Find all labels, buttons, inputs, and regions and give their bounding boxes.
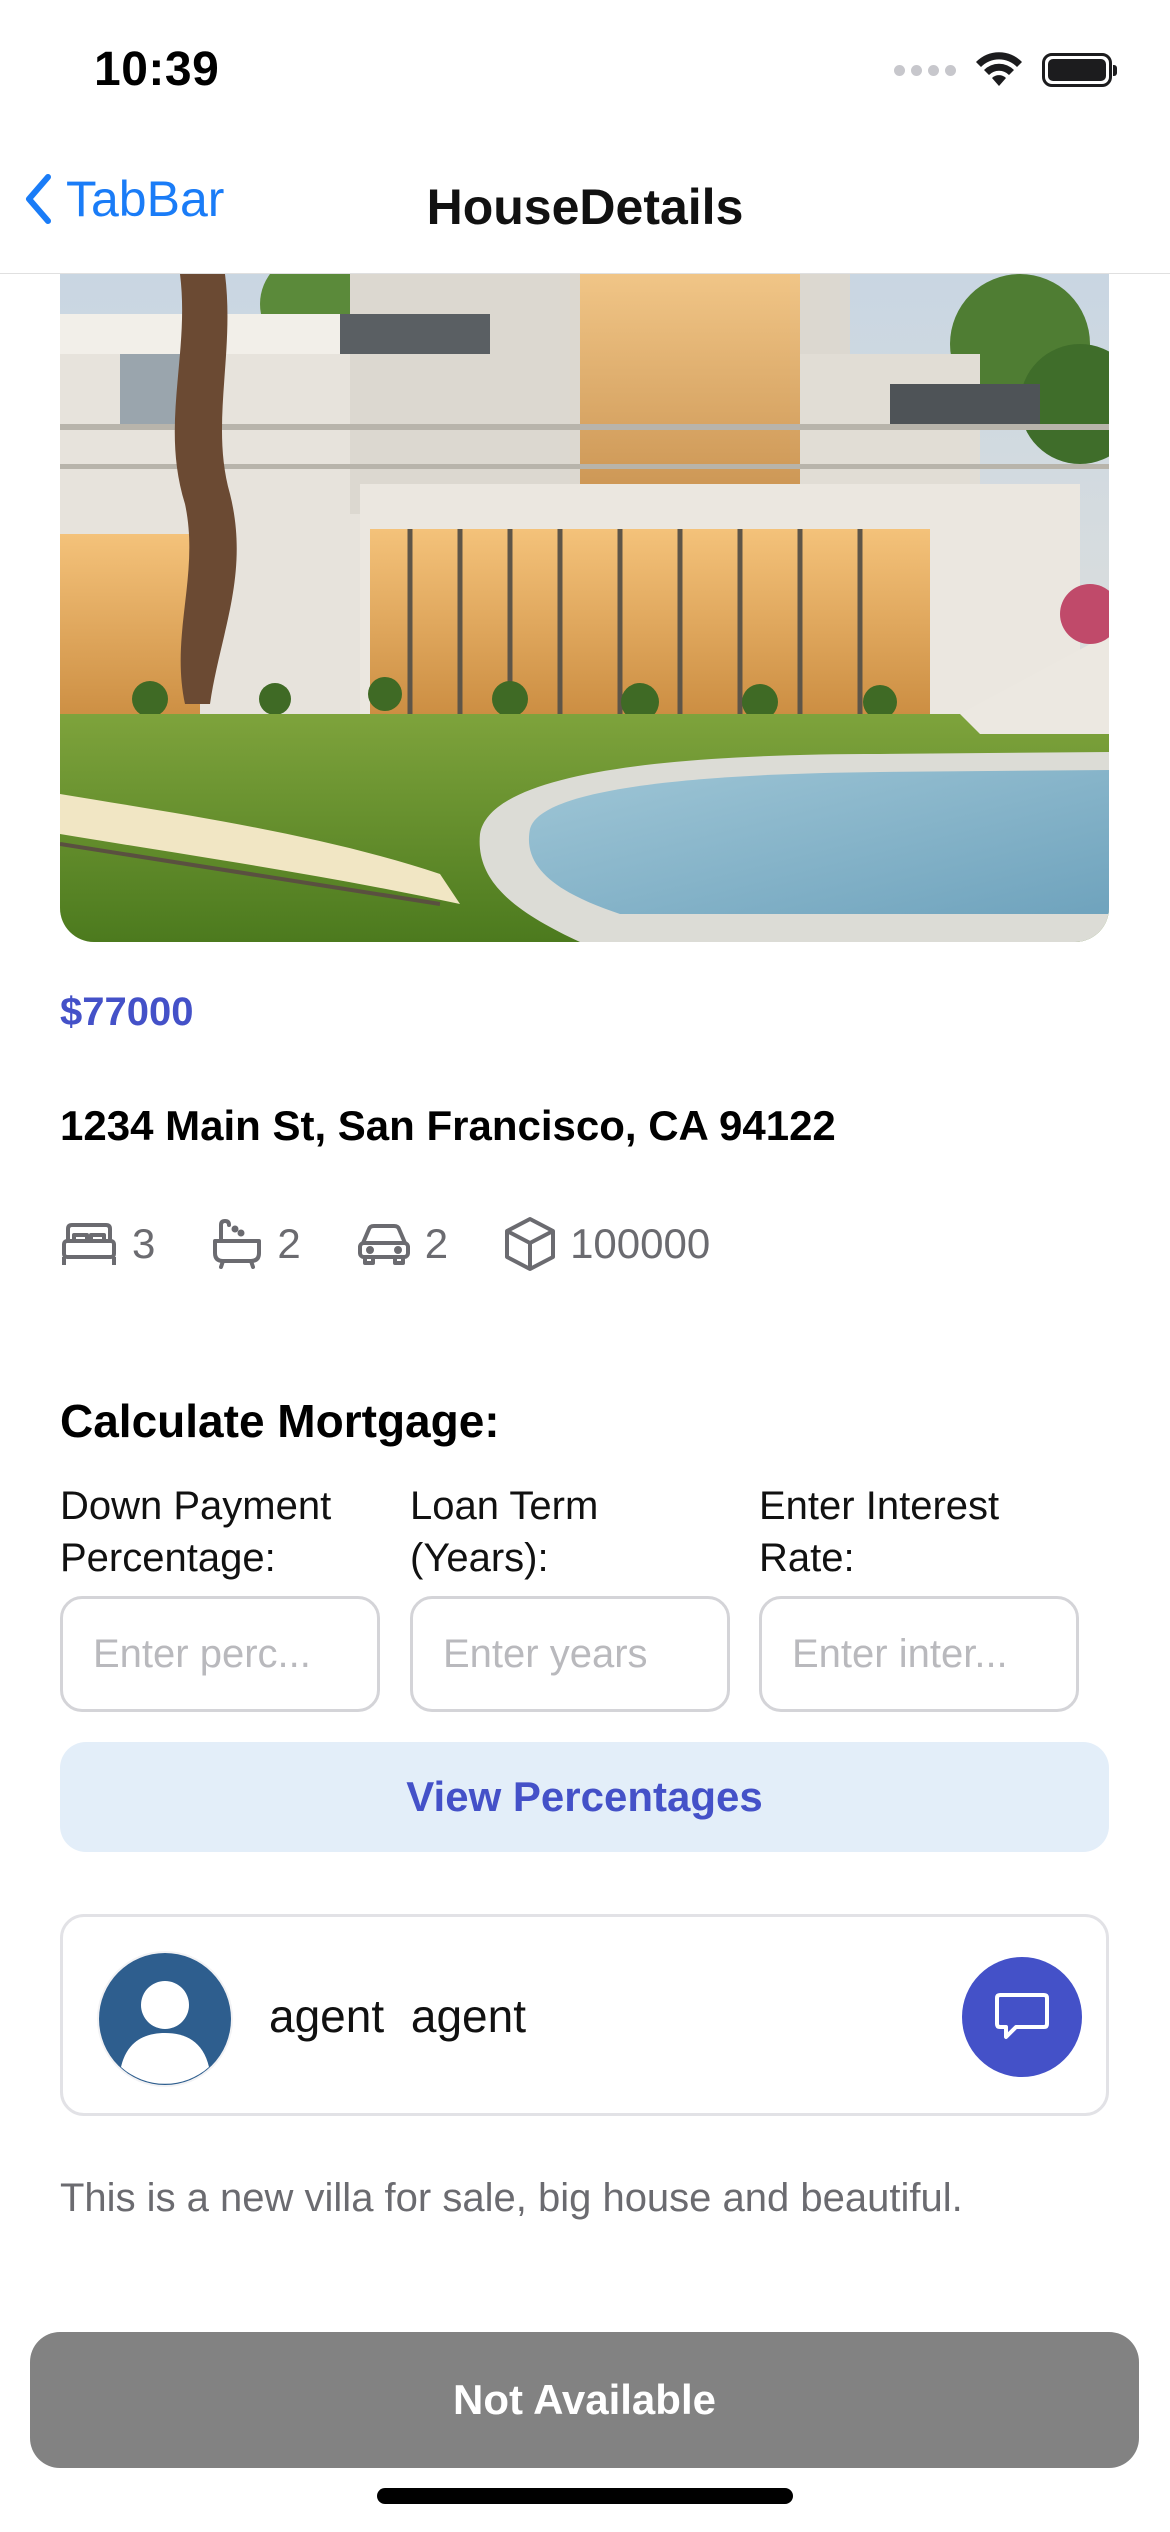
listing-address: 1234 Main St, San Francisco, CA 94122 <box>60 1102 836 1149</box>
navigation-bar: TabBar HouseDetails <box>0 140 1170 274</box>
loan-term-input[interactable] <box>410 1596 730 1712</box>
status-icons <box>894 52 1117 88</box>
bathrooms-count: 2 <box>277 1220 301 1267</box>
chat-button[interactable] <box>962 1957 1082 2077</box>
feature-area: 100000 <box>504 1216 710 1272</box>
listing-description: This is a new villa for sale, big house … <box>60 2176 963 2220</box>
interest-rate-label: Enter Interest Rate: <box>759 1484 1000 1580</box>
house-photo <box>60 274 1109 942</box>
agent-name: agent agent <box>269 1990 527 2042</box>
avatar <box>97 1951 233 2087</box>
not-available-button[interactable]: Not Available <box>30 2332 1139 2468</box>
down-payment-label: Down Payment Percentage: <box>60 1484 332 1580</box>
down-payment-input[interactable] <box>60 1596 380 1712</box>
listing-features: 3 2 2 100000 <box>60 1214 766 1274</box>
bedrooms-count: 3 <box>132 1220 156 1267</box>
loan-term-label: Loan Term (Years): <box>410 1484 599 1580</box>
bathtub-icon <box>213 1219 262 1269</box>
chat-bubble-icon <box>995 1993 1049 2039</box>
area-value: 100000 <box>570 1220 711 1267</box>
wifi-icon <box>976 52 1022 86</box>
user-avatar-icon <box>99 1953 231 2085</box>
cellular-signal-icon <box>894 64 956 76</box>
status-bar: 10:39 <box>0 0 1170 140</box>
page-title: HouseDetails <box>426 179 744 235</box>
agent-card: agent agent <box>60 1914 1109 2116</box>
mortgage-title: Calculate Mortgage: <box>60 1395 500 1447</box>
bed-icon <box>62 1223 116 1265</box>
listing-price: $77000 <box>60 990 194 1034</box>
view-percentages-button[interactable]: View Percentages <box>60 1742 1109 1852</box>
feature-garage: 2 <box>357 1220 448 1268</box>
battery-icon <box>1042 53 1117 87</box>
cube-icon <box>505 1217 556 1271</box>
feature-bathrooms: 2 <box>211 1219 301 1269</box>
car-icon <box>357 1224 410 1265</box>
home-indicator <box>377 2488 793 2504</box>
interest-rate-input[interactable] <box>759 1596 1079 1712</box>
feature-bedrooms: 3 <box>60 1220 155 1268</box>
status-time: 10:39 <box>94 43 220 96</box>
garage-count: 2 <box>424 1220 449 1267</box>
